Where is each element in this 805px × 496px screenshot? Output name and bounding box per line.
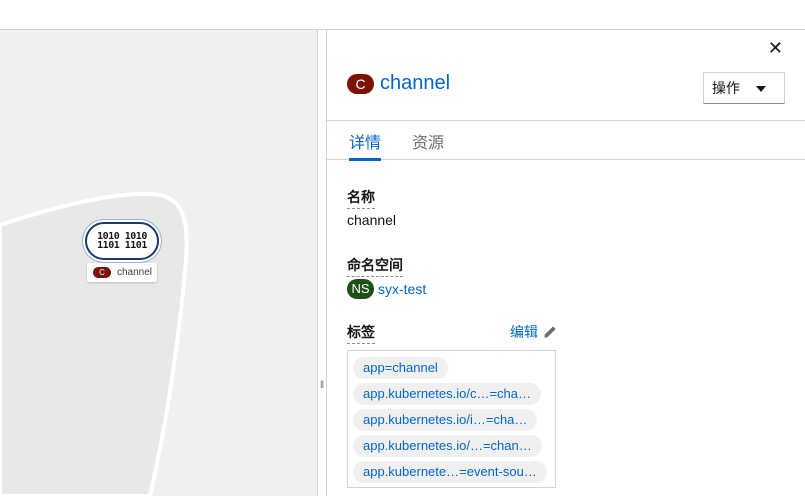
topology-canvas[interactable]: 1010 1010 1101 1101 C channel: [0, 30, 317, 496]
name-label: 名称: [347, 187, 375, 209]
resource-name: channel: [380, 72, 451, 94]
channel-node-label[interactable]: C channel: [87, 263, 157, 282]
close-icon[interactable]: ✕: [768, 38, 783, 59]
label-chip[interactable]: app=channel: [353, 357, 448, 379]
actions-dropdown[interactable]: 操作: [703, 72, 785, 104]
drag-handle-icon[interactable]: ‖: [320, 380, 324, 391]
top-bar: [0, 0, 805, 30]
labels-list: app=channel app.kubernetes.io/c…=cha… ap…: [347, 350, 556, 488]
channel-resource-badge: C: [347, 73, 374, 94]
edit-labels-button[interactable]: 编辑: [510, 322, 557, 342]
panel-resize-handle[interactable]: ‖: [317, 30, 327, 496]
side-panel: ✕ C channel 操作 详情 资源 名称 channel 命名空间 NS …: [327, 30, 805, 496]
node-label-text: channel: [117, 267, 153, 278]
panel-tabs: 详情 资源: [327, 120, 805, 161]
label-chip[interactable]: app.kubernetes.io/…=chan…: [353, 435, 542, 457]
topology-group-outline: [0, 192, 189, 496]
actions-label: 操作: [712, 80, 740, 96]
channel-node-icon[interactable]: 1010 1010 1101 1101: [85, 222, 159, 260]
pencil-icon: [544, 326, 556, 338]
namespace-label: 命名空间: [347, 255, 403, 277]
namespace-badge: NS: [347, 279, 374, 299]
label-chip[interactable]: app.kubernetes.io/i…=cha…: [353, 409, 538, 431]
channel-type-badge: C: [93, 267, 111, 278]
namespace-value: NS syx-test: [347, 279, 426, 299]
tab-details[interactable]: 详情: [349, 121, 382, 161]
name-value: channel: [347, 212, 397, 228]
edit-label: 编辑: [510, 324, 538, 340]
caret-down-icon: [756, 86, 766, 92]
labels-label: 标签: [347, 322, 375, 344]
label-chip[interactable]: app.kubernetes.io/c…=cha…: [353, 383, 542, 405]
label-chip[interactable]: app.kubernete…=event-sou…: [353, 461, 547, 483]
panel-title: C channel: [347, 72, 450, 95]
namespace-link[interactable]: syx-test: [378, 281, 426, 297]
tab-resources[interactable]: 资源: [412, 121, 444, 160]
